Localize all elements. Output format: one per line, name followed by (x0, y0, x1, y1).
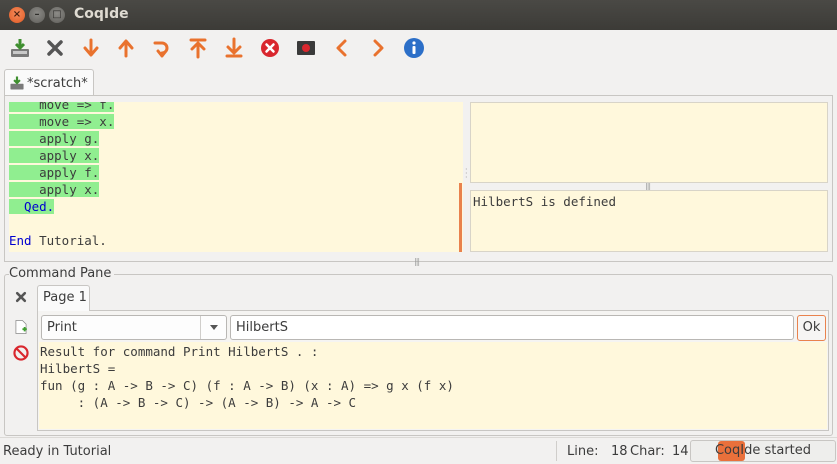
script-line: apply g. (9, 131, 100, 146)
stop-icon (261, 39, 279, 57)
script-line: apply x. (9, 182, 100, 197)
next-button[interactable] (365, 35, 391, 61)
title-bar: × – □ CoqIde (0, 0, 837, 30)
pane-resize-handle[interactable]: · · · (465, 166, 468, 182)
no-entry-icon (13, 345, 29, 361)
command-pane-title: Command Pane (9, 266, 115, 281)
arrow-bottom-icon (225, 37, 243, 58)
script-line: move => x. (9, 114, 115, 129)
clear-button[interactable] (12, 344, 30, 362)
go-to-cursor-button[interactable] (149, 35, 175, 61)
command-result: Result for command Print HilbertS . : Hi… (39, 342, 827, 429)
line-label: Line: (567, 444, 599, 459)
about-button[interactable] (401, 35, 427, 61)
message-text: HilbertS is defined (473, 194, 616, 209)
command-select[interactable]: Print (41, 315, 227, 340)
previous-button[interactable] (329, 35, 355, 61)
script-line: End Tutorial. (9, 233, 107, 248)
line-value: 18 (611, 444, 628, 459)
toolbar (0, 30, 837, 66)
chevron-right-icon (373, 39, 384, 57)
new-page-button[interactable] (12, 318, 30, 336)
window-maximize-button[interactable]: □ (49, 7, 65, 23)
go-to-end-button[interactable] (221, 35, 247, 61)
save-button[interactable] (7, 35, 33, 61)
script-editor[interactable]: move => f. move => x. apply g. apply x. … (9, 102, 463, 252)
status-separator (556, 441, 557, 461)
script-position-marker (459, 183, 462, 252)
close-button[interactable] (42, 35, 68, 61)
progress-bar: CoqIde started (690, 440, 836, 462)
forward-button[interactable] (78, 35, 104, 61)
arrow-top-icon (189, 38, 207, 59)
status-bar: Ready in Tutorial Line: 18 Char: 14 CoqI… (0, 437, 837, 464)
char-value: 14 (672, 444, 689, 459)
chevron-left-icon (336, 39, 347, 57)
result-line: : (A -> B -> C) -> (A -> B) -> A -> C (40, 395, 357, 410)
tab-label: *scratch* (27, 75, 88, 91)
script-line: Qed. (9, 199, 55, 214)
tab-scratch[interactable]: *scratch* (4, 69, 94, 96)
x-icon (47, 40, 63, 56)
new-page-icon (15, 320, 27, 334)
status-message: Ready in Tutorial (3, 444, 112, 459)
char-label: Char: (630, 444, 665, 459)
go-to-start-button[interactable] (185, 35, 211, 61)
save-icon (11, 39, 29, 57)
tab-page-1[interactable]: Page 1 (37, 285, 90, 311)
arrow-redo-icon (153, 41, 169, 58)
ok-button[interactable]: Ok (797, 315, 826, 341)
arrow-up-icon (118, 39, 134, 58)
x-icon (15, 291, 27, 303)
script-line: apply x. (9, 148, 100, 163)
close-page-button[interactable] (12, 288, 30, 306)
result-line: HilbertS = (40, 361, 116, 376)
result-line: fun (g : A -> B -> C) (f : A -> B) (x : … (40, 378, 454, 393)
messages-pane: HilbertS is defined (470, 190, 828, 252)
chevron-down-icon (200, 316, 226, 339)
result-line: Result for command Print HilbertS . : (40, 344, 319, 359)
window-title: CoqIde (74, 6, 129, 22)
interrupt-button[interactable] (257, 35, 283, 61)
script-line: apply f. (9, 165, 100, 180)
pane-resize-handle[interactable]: ||| (414, 257, 420, 266)
goals-pane (470, 102, 828, 183)
window-close-button[interactable]: × (9, 7, 25, 23)
save-icon (10, 76, 24, 90)
media-stop-icon (297, 41, 315, 55)
script-line: move => f. (9, 102, 115, 113)
command-argument-input[interactable]: HilbertS (230, 315, 794, 340)
progress-text: CoqIde started (714, 443, 812, 458)
window-minimize-button[interactable]: – (29, 7, 45, 23)
restart-button[interactable] (293, 35, 319, 61)
command-select-value: Print (47, 320, 77, 335)
backward-button[interactable] (113, 35, 139, 61)
arrow-down-icon (83, 38, 99, 57)
info-icon (404, 38, 424, 58)
